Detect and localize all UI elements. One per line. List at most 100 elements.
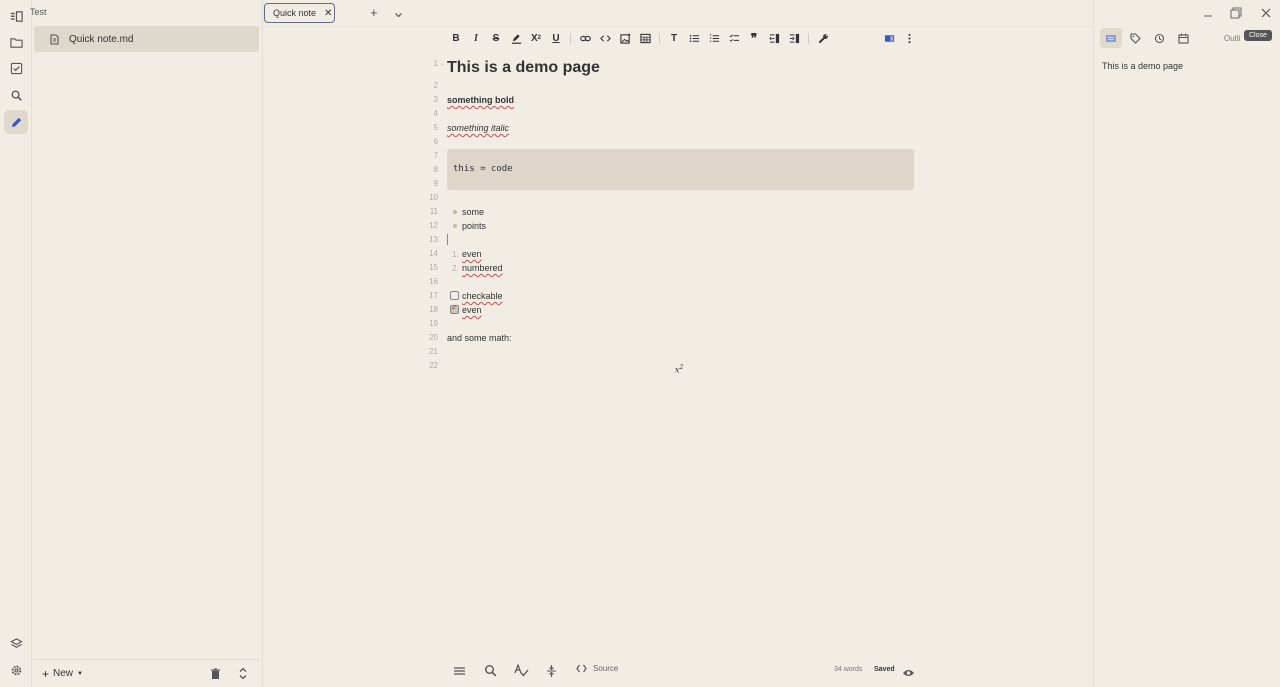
line-number: 12 — [429, 221, 438, 230]
code-brackets-icon — [576, 664, 587, 673]
math-intro-line[interactable]: and some math: — [447, 333, 512, 343]
link-icon[interactable] — [575, 30, 595, 46]
calendar-icon[interactable] — [1172, 28, 1194, 48]
document-heading[interactable]: This is a demo page — [447, 59, 600, 77]
status-bar: Source 34 words Saved — [446, 662, 916, 680]
underline-button[interactable]: U — [546, 30, 566, 46]
task-item[interactable]: checkable — [462, 291, 503, 301]
bulleted-list-icon[interactable] — [684, 30, 704, 46]
superscript-button[interactable]: X2 — [526, 30, 546, 46]
settings-gear-icon[interactable] — [4, 658, 28, 682]
new-label: New — [53, 668, 74, 679]
line-number: 4 — [433, 109, 438, 118]
blockquote-button[interactable]: ❞ — [744, 30, 764, 46]
tag-icon[interactable] — [1124, 28, 1146, 48]
inline-code-icon[interactable] — [595, 30, 615, 46]
eye-icon[interactable] — [902, 665, 915, 683]
close-tab-icon[interactable]: ✕ — [324, 8, 332, 19]
checklist-icon[interactable] — [724, 30, 744, 46]
more-options-icon[interactable] — [899, 30, 919, 46]
outdent-icon[interactable] — [764, 30, 784, 46]
layers-icon[interactable] — [4, 631, 28, 655]
line-number: 17 — [429, 291, 438, 300]
wrench-icon[interactable] — [813, 30, 833, 46]
bold-button[interactable]: B — [446, 30, 466, 46]
fold-caret-icon[interactable]: ⌄ — [440, 60, 445, 67]
line-number: 10 — [429, 193, 438, 202]
format-toolbar: B I S X2 U T ❞ — [446, 30, 919, 46]
indent-icon[interactable] — [784, 30, 804, 46]
right-sidebar: Outli Close This is a demo page — [1093, 0, 1280, 687]
line-spacing-icon[interactable] — [546, 664, 557, 683]
history-icon[interactable] — [1148, 28, 1170, 48]
line-number: 21 — [429, 347, 438, 356]
tab-quick-note[interactable]: Quick note ✕ — [264, 3, 335, 23]
spellcheck-icon[interactable] — [514, 663, 529, 682]
list-item[interactable]: some — [462, 207, 484, 217]
list-item[interactable]: points — [462, 221, 486, 231]
code-text: this = code — [453, 164, 513, 174]
strikethrough-button[interactable]: S — [486, 30, 506, 46]
task-checkbox[interactable] — [450, 291, 459, 300]
list-view-icon[interactable] — [453, 664, 466, 682]
expand-collapse-icon[interactable] — [238, 667, 248, 685]
numbered-item[interactable]: numbered — [462, 263, 503, 273]
outline-label: Outli — [1224, 34, 1241, 43]
line-number: 7 — [433, 151, 438, 160]
line-number: 20 — [429, 333, 438, 342]
close-tooltip: Close — [1244, 30, 1272, 41]
outline-item[interactable]: This is a demo page — [1102, 61, 1183, 71]
bullet-marker — [453, 224, 457, 228]
line-number: 5 — [433, 123, 438, 132]
insert-image-icon[interactable] — [615, 30, 635, 46]
line-number: 6 — [433, 137, 438, 146]
new-tab-icon[interactable]: + — [370, 5, 378, 20]
plus-icon: + — [42, 666, 50, 681]
insert-table-icon[interactable] — [635, 30, 655, 46]
trash-icon[interactable] — [210, 667, 221, 685]
sidebar-panel-icon[interactable] — [879, 30, 899, 46]
toolbar-separator — [659, 32, 660, 44]
find-icon[interactable] — [484, 664, 497, 682]
math-formula[interactable]: x2 — [675, 364, 683, 375]
heading-button[interactable]: T — [664, 30, 684, 46]
search-icon[interactable] — [4, 83, 28, 107]
line-number: 8 — [433, 165, 438, 174]
bullet-marker — [453, 210, 457, 214]
save-status: Saved — [874, 666, 895, 673]
tasks-icon[interactable] — [4, 56, 28, 80]
panel-footer: + New ▼ — [34, 659, 259, 687]
number-marker: 1. — [452, 250, 459, 259]
italic-text-line[interactable]: something italic — [447, 123, 509, 133]
heading-text: This is a demo page — [447, 59, 600, 76]
numbered-item[interactable]: even — [462, 249, 482, 259]
source-mode-button[interactable]: Source — [576, 664, 618, 673]
vault-title: Test — [30, 7, 47, 17]
line-number: 16 — [429, 277, 438, 286]
file-item-quick-note[interactable]: Quick note.md — [34, 26, 259, 52]
line-number: 15 — [429, 263, 438, 272]
highlight-icon[interactable] — [506, 30, 526, 46]
edit-icon[interactable] — [4, 110, 28, 134]
line-number: 11 — [429, 207, 438, 216]
line-number: 19 — [429, 319, 438, 328]
sidebar-toggle-icon[interactable] — [4, 4, 28, 28]
folder-icon[interactable] — [4, 30, 28, 54]
toolbar-separator — [570, 32, 571, 44]
italic-button[interactable]: I — [466, 30, 486, 46]
line-number: 1 — [433, 59, 438, 68]
icon-rail — [0, 0, 32, 687]
outline-tab-icon[interactable] — [1100, 28, 1122, 48]
line-number: 2 — [433, 81, 438, 90]
task-item[interactable]: even — [462, 305, 482, 315]
task-checkbox-checked[interactable] — [450, 303, 459, 314]
line-number: 18 — [429, 305, 438, 314]
line-number: 3 — [433, 95, 438, 104]
bold-text-line[interactable]: something bold — [447, 95, 514, 105]
chevron-down-icon[interactable] — [394, 6, 403, 24]
numbered-list-icon[interactable] — [704, 30, 724, 46]
code-block[interactable]: this = code — [447, 149, 914, 190]
new-note-button[interactable]: + New ▼ — [42, 667, 83, 681]
file-icon — [50, 33, 59, 45]
superscript-label: X — [530, 32, 538, 44]
